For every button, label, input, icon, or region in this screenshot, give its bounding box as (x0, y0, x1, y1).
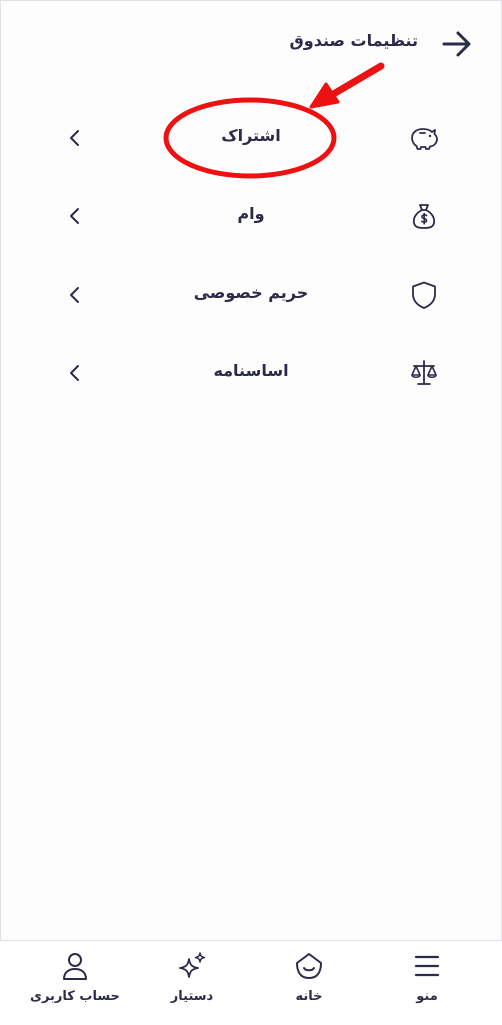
settings-item-privacy[interactable]: حریم خصوصی (0, 275, 502, 315)
scales-icon (411, 360, 437, 385)
arrow-right-icon[interactable] (440, 27, 474, 61)
sparkle-icon (179, 952, 206, 978)
nav-label: دستیار (170, 989, 214, 1004)
home-icon (296, 953, 322, 979)
nav-account[interactable]: حساب کاربری (20, 941, 130, 1025)
nav-label: حساب کاربری (30, 989, 120, 1004)
nav-home[interactable]: خانه (254, 941, 364, 1025)
settings-item-subscription[interactable]: اشتراک (0, 118, 502, 158)
user-icon (63, 953, 87, 980)
money-bag-icon (412, 204, 436, 229)
nav-label: خانه (295, 989, 323, 1004)
nav-menu[interactable]: منو (372, 941, 482, 1025)
nav-label: منو (416, 989, 438, 1004)
settings-item-statute[interactable]: اساسنامه (0, 353, 502, 393)
page-title: تنظیمات صندوق (289, 31, 418, 50)
bottom-nav: منو خانه دستیار حساب کاربری (0, 940, 502, 1025)
piggy-bank-icon (411, 128, 438, 150)
nav-assistant[interactable]: دستیار (137, 941, 247, 1025)
menu-icon (414, 955, 440, 977)
shield-icon (412, 281, 436, 309)
settings-item-loan[interactable]: وام (0, 196, 502, 236)
